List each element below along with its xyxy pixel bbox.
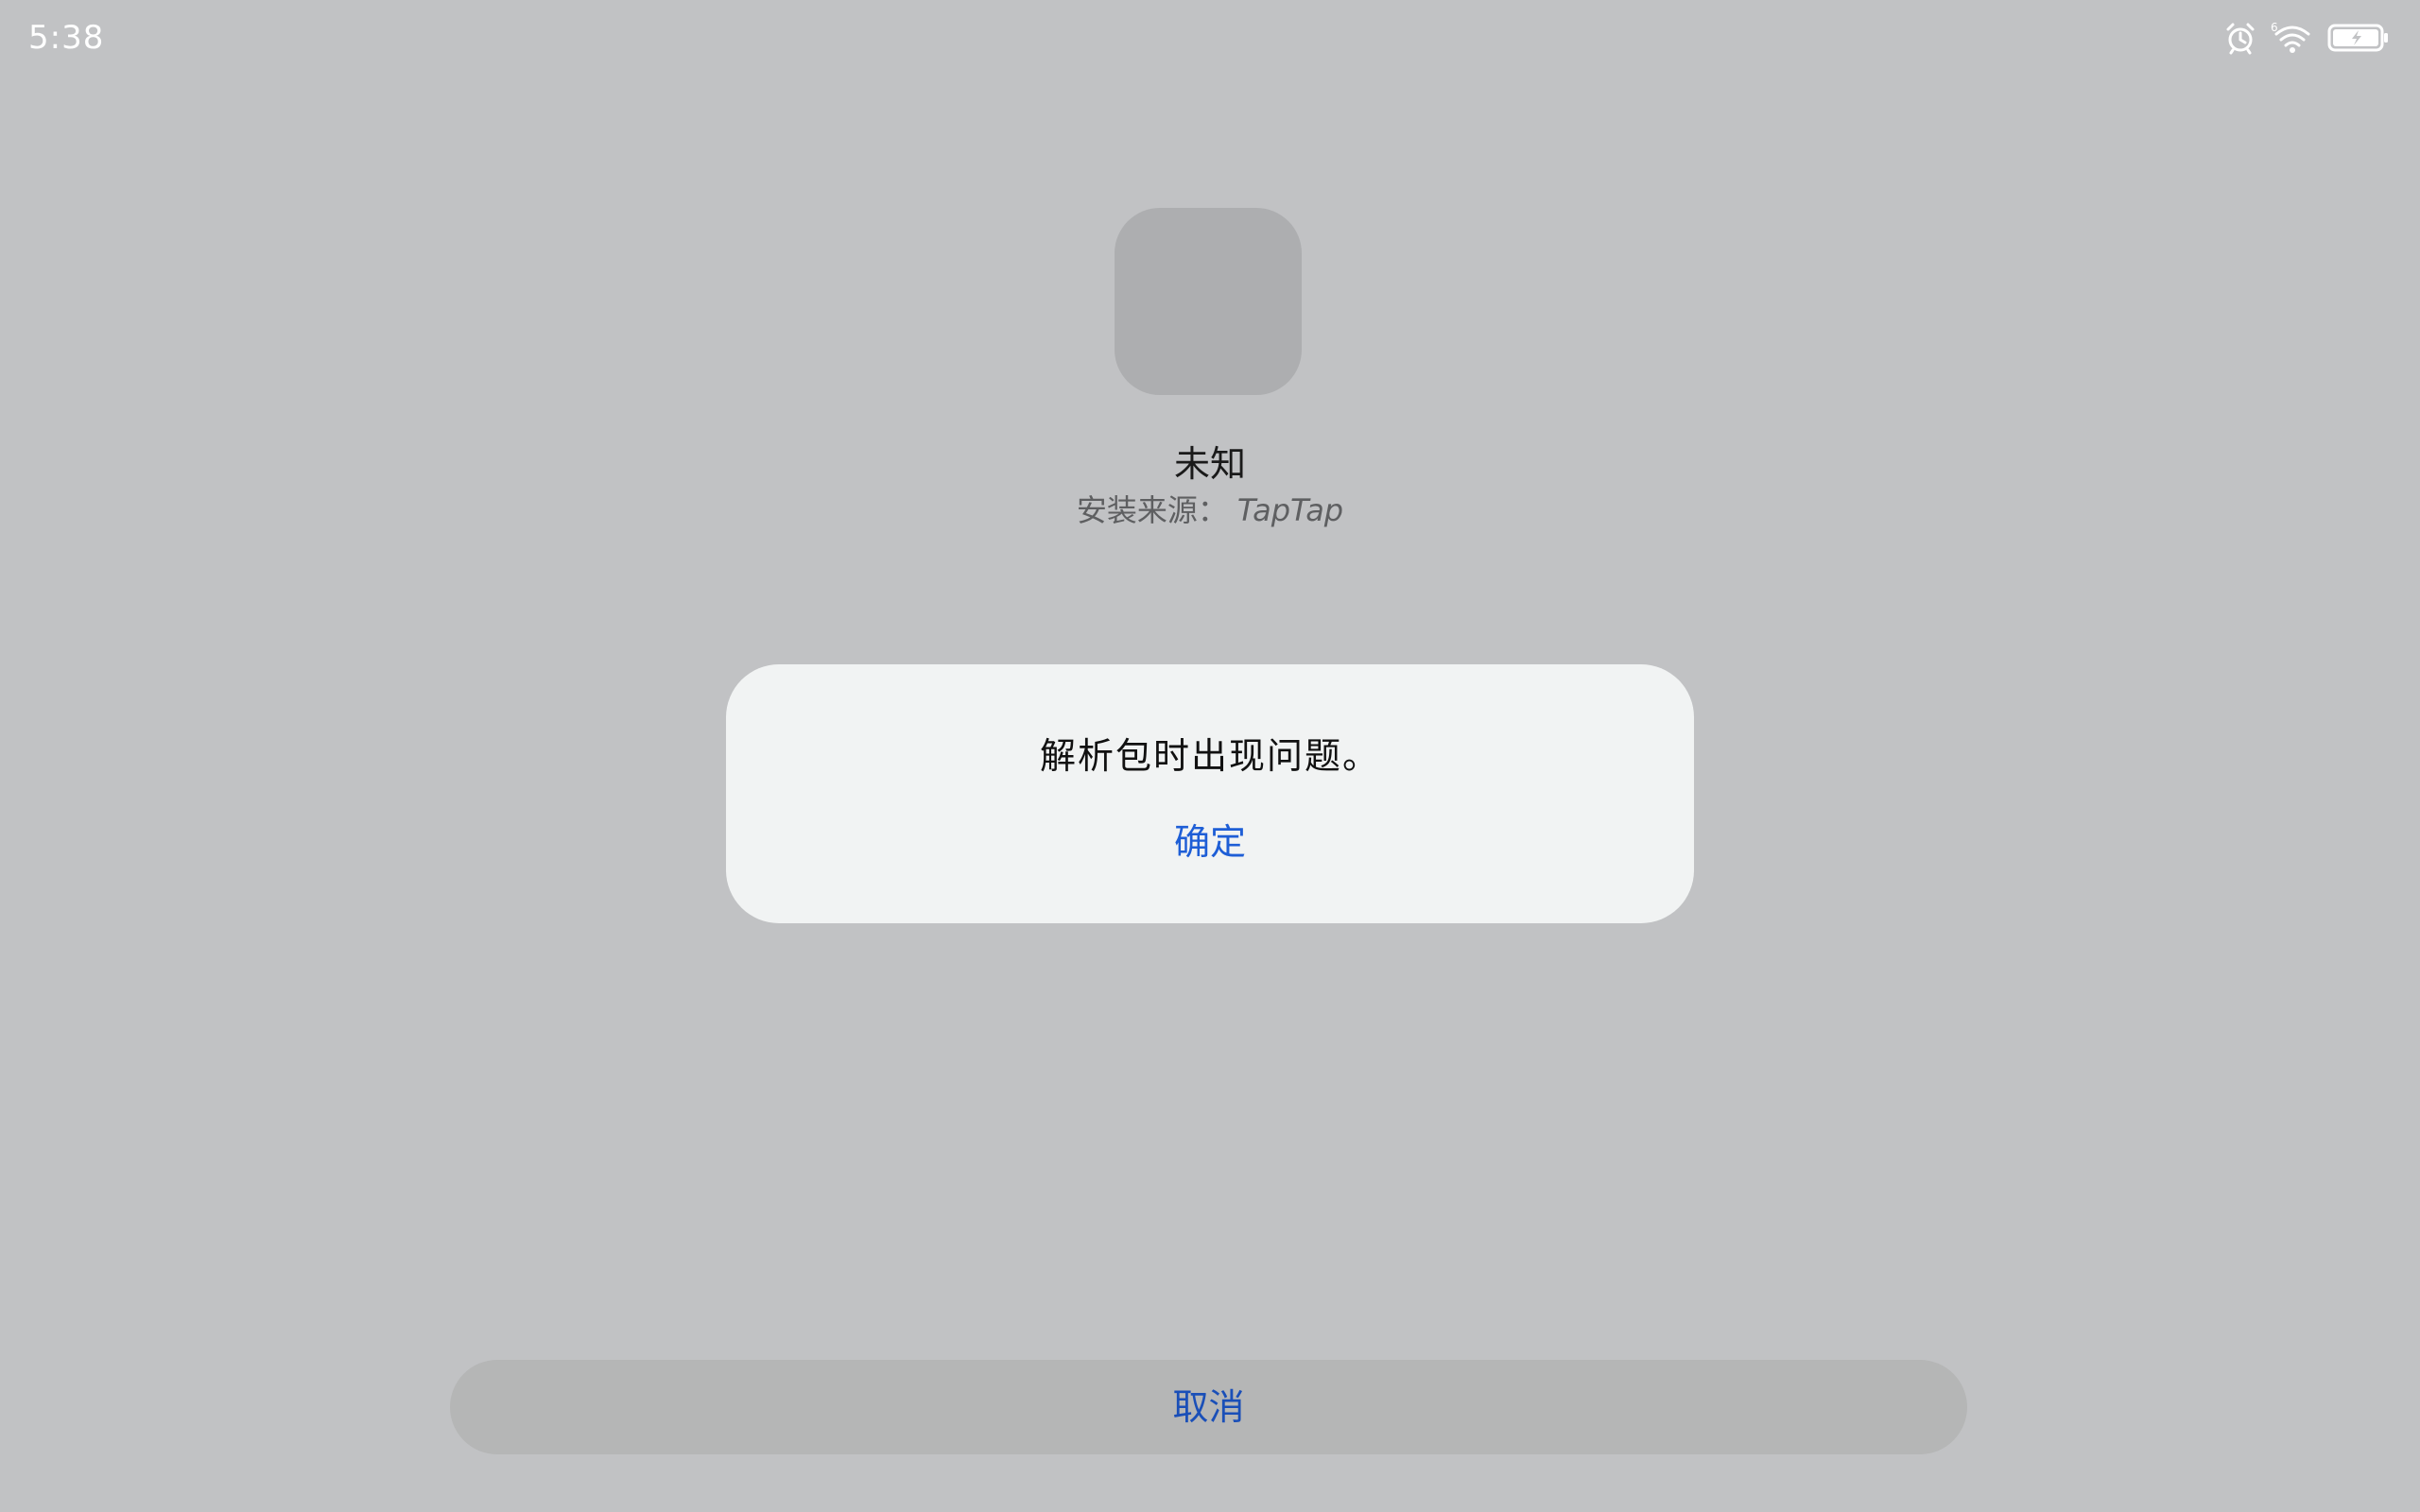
install-source-value: TapTap: [1236, 492, 1344, 528]
status-icons: 6: [2223, 19, 2390, 57]
battery-charging-icon: [2327, 21, 2390, 55]
install-source-label: 安装来源：: [1076, 492, 1228, 528]
alarm-icon: [2223, 21, 2257, 55]
install-source: 安装来源： TapTap: [0, 487, 2420, 530]
status-bar: 5:38 6: [0, 0, 2420, 76]
dialog-message: 解析包时出现问题。: [1039, 735, 1380, 777]
wifi-icon: 6: [2271, 21, 2314, 55]
app-icon-placeholder: [1115, 208, 1302, 395]
confirm-button[interactable]: 确定: [1115, 806, 1305, 878]
status-time: 5:38: [28, 19, 105, 57]
cancel-button[interactable]: 取消: [450, 1360, 1967, 1454]
error-dialog: 解析包时出现问题。 确定: [726, 664, 1694, 923]
app-name: 未知: [1173, 443, 1246, 485]
